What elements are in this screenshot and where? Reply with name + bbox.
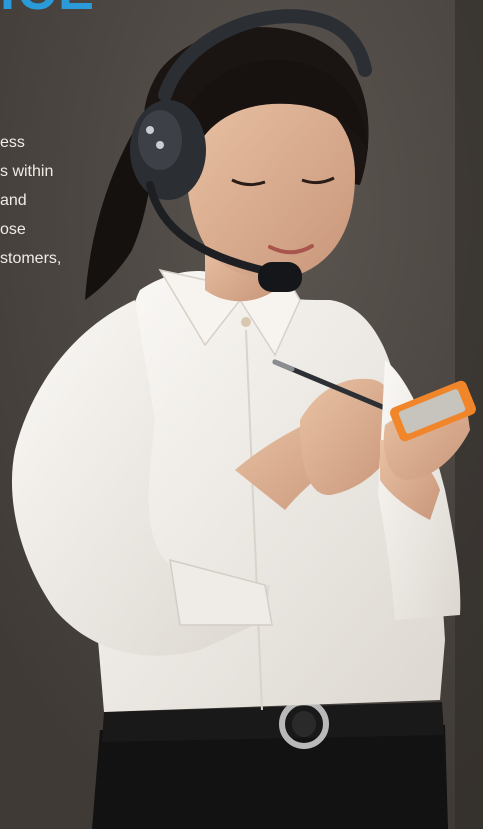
heading-crop: ICE xyxy=(0,0,483,22)
photo-scene xyxy=(0,0,483,829)
body-text-line: and xyxy=(0,192,27,209)
page-heading: ICE xyxy=(0,0,96,22)
body-text: ess s within and ose stomers, xyxy=(0,128,95,273)
body-text-line: stomers, xyxy=(0,250,62,267)
body-text-line: ose xyxy=(0,221,26,238)
body-text-line: ess xyxy=(0,134,25,151)
body-text-line: s within xyxy=(0,163,54,180)
shirt-button xyxy=(241,317,251,327)
